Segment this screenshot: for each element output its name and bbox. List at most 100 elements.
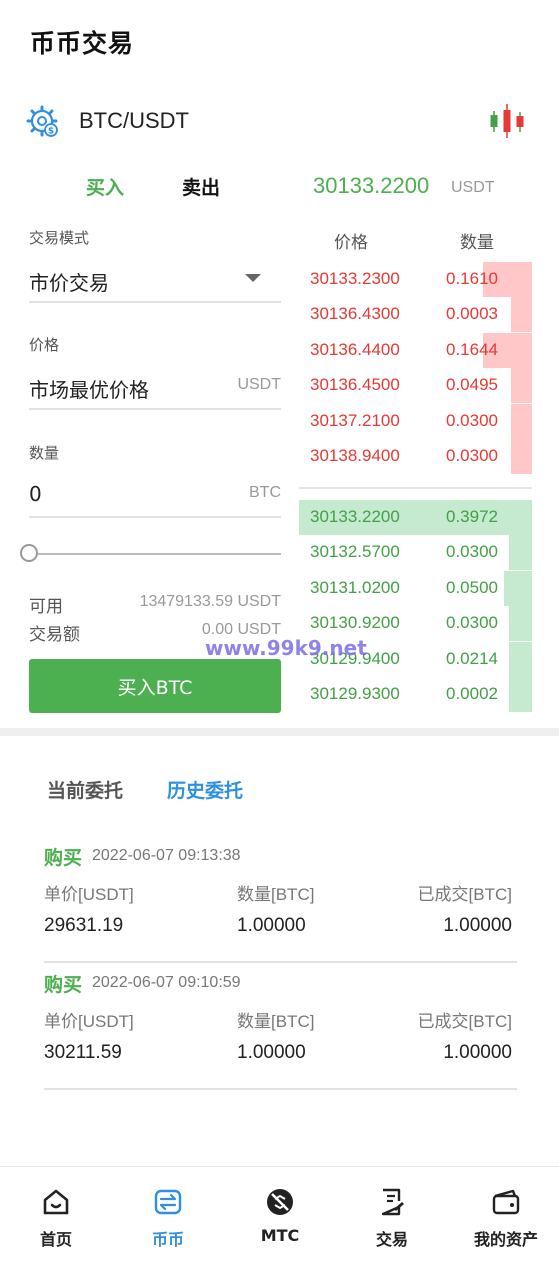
last-price-unit: USDT: [451, 179, 495, 196]
bid-amount: 0.3972: [446, 507, 498, 526]
section-divider: [0, 728, 559, 736]
chevron-down-icon: [245, 274, 261, 282]
orderbook-bid-row[interactable]: 30133.2200 0.3972: [299, 500, 532, 535]
bid-price: 30129.9300: [310, 684, 400, 703]
nav-mtc[interactable]: MTC: [230, 1187, 330, 1247]
order-item: 购买 2022-06-07 09:10:59 单价[USDT] 数量[BTC] …: [44, 962, 517, 1090]
orderbook-ask-row[interactable]: 30136.4400 0.1644: [299, 332, 532, 368]
ask-price: 30137.2100: [310, 410, 400, 430]
bid-amount: 0.0500: [446, 577, 498, 597]
home-icon: [43, 1189, 69, 1215]
total-label: 交易额: [29, 625, 80, 645]
depth-bar: [509, 641, 532, 677]
nav-coin-label: 币币: [151, 1230, 184, 1249]
order-time: 2022-06-07 09:10:59: [92, 974, 241, 991]
price-unit: USDT: [237, 376, 281, 393]
nav-home[interactable]: 首页: [6, 1187, 106, 1249]
available-value: 13479133.59 USDT: [139, 593, 281, 610]
orderbook-ask-row[interactable]: 30137.2100 0.0300: [299, 403, 532, 439]
order-filled: 1.00000: [443, 1042, 512, 1063]
order-filled: 1.00000: [443, 915, 512, 936]
orderbook-ask-row[interactable]: 30136.4300 0.0003: [299, 297, 532, 333]
amount-slider-handle[interactable]: [20, 544, 38, 562]
price-field[interactable]: 市场最优价格 USDT: [29, 366, 281, 410]
order-filled-header: 已成交[BTC]: [417, 1012, 512, 1031]
amount-field[interactable]: 0 BTC: [29, 474, 281, 518]
orderbook-ask-row[interactable]: 30136.4500 0.0495: [299, 368, 532, 404]
amount-unit: BTC: [249, 484, 281, 501]
pair-name[interactable]: BTC/USDT: [79, 108, 189, 134]
amount-slider-track[interactable]: [29, 553, 281, 555]
orderbook-price-header: 价格: [334, 233, 368, 253]
order-item: 购买 2022-06-07 09:13:38 单价[USDT] 数量[BTC] …: [44, 835, 517, 963]
watermark: www.99k9.net: [205, 636, 367, 660]
mode-value: 市价交易: [29, 271, 109, 295]
order-price: 29631.19: [44, 915, 124, 936]
bid-price: 30131.0200: [310, 577, 400, 597]
order-amount: 1.00000: [237, 915, 306, 936]
last-price: 30133.2200: [313, 173, 430, 198]
exchange-icon: [154, 1189, 182, 1215]
ask-price: 30133.2300: [310, 269, 400, 288]
document-icon: [381, 1188, 404, 1216]
amount-value: 0: [29, 482, 42, 506]
order-amount-header: 数量[BTC]: [237, 1012, 315, 1031]
ask-price: 30136.4400: [310, 339, 400, 359]
depth-bar: [504, 570, 532, 606]
bid-amount: 0.0002: [446, 684, 498, 703]
page-title: 币币交易: [30, 29, 135, 58]
depth-bar: [509, 535, 532, 571]
ask-amount: 0.1644: [446, 339, 498, 359]
orderbook-bid-row[interactable]: 30132.5700 0.0300: [299, 535, 532, 571]
price-label: 价格: [29, 336, 60, 354]
price-value: 市场最优价格: [29, 378, 149, 402]
orderbook-ask-row[interactable]: 30138.9400 0.0300: [299, 439, 532, 474]
order-time: 2022-06-07 09:13:38: [92, 847, 241, 864]
depth-bar: [509, 606, 532, 642]
order-side: 购买: [44, 974, 83, 996]
buy-submit-button[interactable]: 买入BTC: [29, 659, 281, 713]
orderbook-divider: [299, 487, 532, 489]
bottom-nav: 首页 币币 MTC 交易 我的资产: [0, 1166, 559, 1271]
orderbook-ask-row[interactable]: 30133.2300 0.1610: [299, 262, 532, 297]
nav-trade-label: 交易: [375, 1230, 408, 1249]
tab-current-orders[interactable]: 当前委托: [47, 776, 123, 803]
mtc-icon: [267, 1189, 293, 1215]
bid-amount: 0.0214: [446, 648, 498, 668]
depth-bar: [511, 403, 532, 439]
orderbook-amount-header: 数量: [460, 233, 494, 253]
nav-coin[interactable]: 币币: [118, 1187, 218, 1249]
nav-assets[interactable]: 我的资产: [456, 1187, 556, 1249]
mode-label: 交易模式: [29, 229, 90, 247]
depth-bar: [511, 297, 532, 333]
ask-amount: 0.0003: [446, 304, 498, 324]
ask-amount: 0.0495: [446, 375, 498, 395]
candlestick-icon[interactable]: [488, 102, 526, 140]
tab-sell[interactable]: 卖出: [182, 173, 220, 200]
orderbook-bid-row[interactable]: 30129.9300 0.0002: [299, 677, 532, 712]
svg-text:$: $: [48, 127, 54, 137]
nav-mtc-label: MTC: [260, 1226, 300, 1245]
pair-selector-row: $ BTC/USDT: [26, 100, 526, 144]
bid-amount: 0.0300: [446, 613, 498, 633]
bid-price: 30130.9200: [310, 613, 400, 633]
depth-bar: [509, 677, 532, 712]
order-amount-header: 数量[BTC]: [237, 885, 315, 904]
ask-price: 30136.4500: [310, 375, 400, 395]
order-price-header: 单价[USDT]: [44, 1012, 134, 1031]
gear-dollar-icon[interactable]: $: [26, 105, 58, 137]
available-label: 可用: [29, 597, 63, 617]
nav-trade[interactable]: 交易: [342, 1187, 442, 1249]
ask-price: 30136.4300: [310, 304, 400, 324]
bid-amount: 0.0300: [446, 542, 498, 562]
tab-buy[interactable]: 买入: [86, 173, 124, 200]
ask-amount: 0.0300: [446, 446, 498, 465]
tab-history-orders[interactable]: 历史委托: [167, 776, 243, 803]
orderbook-bid-row[interactable]: 30131.0200 0.0500: [299, 570, 532, 606]
depth-bar: [511, 368, 532, 404]
order-amount: 1.00000: [237, 1042, 306, 1063]
order-price-header: 单价[USDT]: [44, 885, 134, 904]
bid-price: 30132.5700: [310, 542, 400, 562]
order-side: 购买: [44, 847, 83, 869]
mode-select[interactable]: 市价交易: [29, 259, 281, 303]
